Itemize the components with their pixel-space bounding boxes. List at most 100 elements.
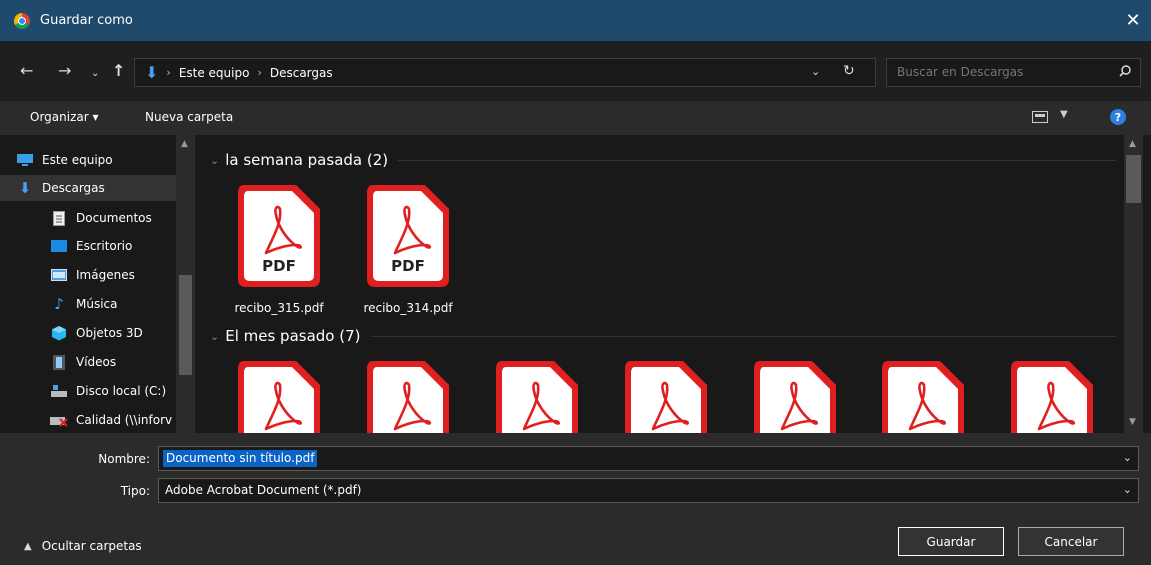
group-header-last-week[interactable]: ⌄ la semana pasada (2)	[210, 151, 1116, 169]
new-folder-button[interactable]: Nueva carpeta	[145, 110, 233, 124]
breadcrumb-este-equipo[interactable]: Este equipo	[179, 66, 250, 80]
view-mode-dropdown-icon[interactable]: ▼	[1060, 109, 1068, 120]
file-item[interactable]: PDF recibo_315.pdf	[229, 183, 329, 315]
pdf-file-icon	[496, 361, 578, 433]
cancel-button[interactable]: Cancelar	[1018, 527, 1124, 556]
chevron-down-icon[interactable]: ⌄	[1123, 451, 1132, 464]
sidebar-item-label: Imágenes	[76, 268, 135, 282]
title-bar: Guardar como ✕	[0, 0, 1151, 41]
file-name-label: recibo_314.pdf	[363, 301, 453, 315]
file-list: ⌄ la semana pasada (2) ⌄ El mes pasado (…	[196, 135, 1124, 433]
file-list-scrollbar[interactable]: ▲ ▼	[1124, 135, 1143, 433]
downloads-arrow-icon: ⬇	[145, 63, 159, 82]
objects-3d-icon	[50, 325, 68, 341]
group-header-last-month[interactable]: ⌄ El mes pasado (7)	[210, 327, 1116, 345]
search-box[interactable]	[886, 58, 1141, 87]
computer-icon	[16, 152, 34, 168]
pdf-file-icon	[367, 361, 449, 433]
file-item[interactable]	[229, 359, 329, 433]
recent-locations-chevron-icon[interactable]: ⌄	[91, 65, 99, 83]
save-button[interactable]: Guardar	[898, 527, 1004, 556]
sidebar-item-label: Escritorio	[76, 239, 133, 253]
pdf-badge: PDF	[391, 257, 425, 275]
pdf-file-icon	[882, 361, 964, 433]
sidebar-item-musica[interactable]: ♪ Música	[50, 291, 176, 317]
organize-button[interactable]: Organizar ▾	[30, 110, 99, 124]
address-bar[interactable]: ⬇ › Este equipo › Descargas ⌄ ↻	[134, 58, 876, 87]
file-item[interactable]: PDF recibo_314.pdf	[358, 183, 458, 315]
sidebar-scroll-thumb[interactable]	[179, 275, 192, 375]
disk-icon	[50, 383, 68, 399]
sidebar-item-label: Objetos 3D	[76, 326, 143, 340]
search-input[interactable]	[897, 65, 1107, 79]
navigation-pane: Este equipo ⬇ Descargas Documentos Escri…	[0, 135, 196, 433]
download-icon: ⬇	[18, 179, 32, 197]
search-icon[interactable]	[1118, 64, 1132, 78]
pdf-file-icon	[238, 361, 320, 433]
group-divider	[398, 159, 1116, 161]
scroll-up-icon[interactable]: ▲	[1129, 139, 1136, 149]
sidebar-item-este-equipo[interactable]: Este equipo	[16, 147, 176, 173]
sidebar-item-label: Este equipo	[42, 153, 113, 167]
group-title: la semana pasada (2)	[225, 151, 389, 169]
sidebar-item-label: Música	[76, 297, 118, 311]
file-item[interactable]	[616, 359, 716, 433]
sidebar-item-label: Vídeos	[76, 355, 117, 369]
sidebar-item-imagenes[interactable]: Imágenes	[50, 262, 176, 288]
pdf-file-icon	[754, 361, 836, 433]
forward-arrow-icon[interactable]: →	[58, 62, 71, 80]
sidebar-scrollbar[interactable]: ▲	[176, 135, 195, 433]
breadcrumb-descargas[interactable]: Descargas	[270, 66, 333, 80]
chevron-down-icon[interactable]: ⌄	[210, 154, 219, 167]
file-name-field[interactable]: Documento sin título.pdf ⌄	[158, 446, 1139, 471]
sidebar-item-disco-local[interactable]: Disco local (C:)	[50, 378, 176, 404]
sidebar-item-label: Disco local (C:)	[76, 384, 167, 398]
back-arrow-icon[interactable]: ←	[20, 62, 33, 80]
videos-icon	[50, 354, 68, 370]
network-drive-icon	[50, 412, 68, 428]
sidebar-item-descargas[interactable]: ⬇ Descargas	[0, 175, 176, 201]
file-name-label: recibo_315.pdf	[234, 301, 324, 315]
group-title: El mes pasado (7)	[225, 327, 361, 345]
view-mode-icon[interactable]	[1032, 111, 1048, 123]
sidebar-item-calidad[interactable]: Calidad (\\inforv	[50, 407, 176, 433]
sidebar-item-documentos[interactable]: Documentos	[50, 205, 176, 231]
scroll-down-icon[interactable]: ▼	[1129, 417, 1136, 427]
file-type-value: Adobe Acrobat Document (*.pdf)	[165, 483, 362, 497]
pdf-badge: PDF	[262, 257, 296, 275]
file-list-scroll-thumb[interactable]	[1126, 155, 1141, 203]
sidebar-item-escritorio[interactable]: Escritorio	[50, 233, 176, 259]
file-item[interactable]	[487, 359, 587, 433]
group-divider	[370, 335, 1116, 337]
sidebar-item-label: Descargas	[42, 181, 105, 195]
chevron-up-icon: ▲	[24, 540, 32, 552]
chevron-down-icon[interactable]: ⌄	[1123, 483, 1132, 496]
sidebar-item-label: Calidad (\\inforv	[76, 413, 173, 427]
file-name-value[interactable]: Documento sin título.pdf	[163, 450, 318, 467]
chevron-right-icon: ›	[257, 66, 262, 79]
pdf-file-icon	[625, 361, 707, 433]
toolbar: Organizar ▾ Nueva carpeta	[0, 101, 1151, 135]
desktop-icon	[50, 238, 68, 254]
chevron-down-icon[interactable]: ⌄	[210, 330, 219, 343]
hide-folders-label: Ocultar carpetas	[41, 539, 142, 553]
help-icon[interactable]: ?	[1110, 109, 1126, 125]
sidebar-item-objetos-3d[interactable]: Objetos 3D	[50, 320, 176, 346]
file-item[interactable]	[745, 359, 845, 433]
hide-folders-button[interactable]: ▲ Ocultar carpetas	[24, 539, 142, 553]
address-dropdown-icon[interactable]: ⌄	[811, 65, 820, 78]
scroll-up-icon[interactable]: ▲	[181, 139, 188, 149]
refresh-icon[interactable]: ↻	[843, 63, 855, 79]
close-button[interactable]: ✕	[1115, 0, 1151, 41]
up-arrow-icon[interactable]: ↑	[112, 62, 125, 80]
pictures-icon	[50, 267, 68, 283]
music-icon: ♪	[54, 295, 64, 313]
documents-icon	[50, 210, 68, 226]
file-item[interactable]	[1002, 359, 1102, 433]
file-item[interactable]	[873, 359, 973, 433]
name-label: Nombre:	[98, 452, 150, 466]
file-item[interactable]	[358, 359, 458, 433]
file-type-select[interactable]: Adobe Acrobat Document (*.pdf) ⌄	[158, 478, 1139, 503]
chevron-right-icon: ›	[166, 66, 171, 79]
sidebar-item-videos[interactable]: Vídeos	[50, 349, 176, 375]
